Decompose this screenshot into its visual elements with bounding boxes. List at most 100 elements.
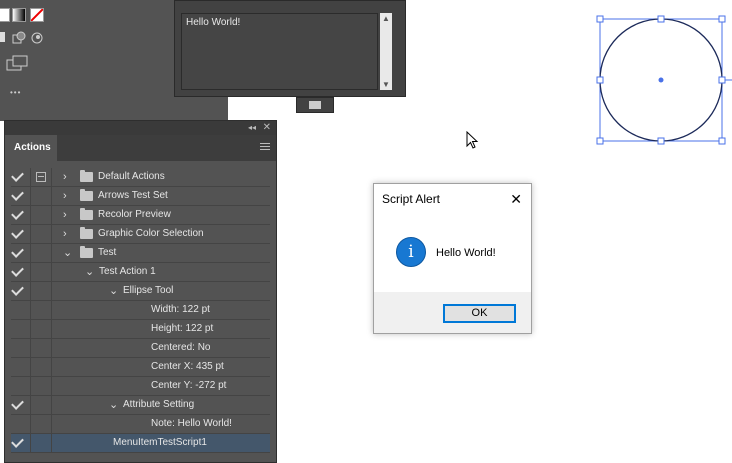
- draw-inside-icon[interactable]: [30, 31, 44, 45]
- dialog-toggle[interactable]: [31, 187, 52, 205]
- action-row[interactable]: Width: 122 pt: [11, 301, 270, 320]
- info-glyph: i: [408, 242, 414, 262]
- dialog-toggle[interactable]: [31, 358, 52, 376]
- action-checkbox[interactable]: [11, 263, 31, 281]
- chevron-down-icon[interactable]: ⌄: [109, 396, 118, 414]
- action-row[interactable]: ⌄ Ellipse Tool: [11, 282, 270, 301]
- checkmark-icon: [11, 264, 24, 277]
- action-label: Center Y: -272 pt: [151, 380, 227, 391]
- panel-menu-icon[interactable]: [260, 143, 270, 152]
- note-scrollbar[interactable]: ▲ ▼: [380, 13, 392, 90]
- action-checkbox[interactable]: [11, 377, 31, 395]
- action-label: Graphic Color Selection: [98, 228, 204, 239]
- action-row[interactable]: Centered: No: [11, 339, 270, 358]
- action-checkbox[interactable]: [11, 434, 31, 452]
- checkmark-icon: [11, 397, 24, 410]
- folder-icon: [80, 189, 93, 201]
- action-label: Arrows Test Set: [98, 190, 168, 201]
- action-row[interactable]: Center X: 435 pt: [11, 358, 270, 377]
- more-tools-icon[interactable]: •••: [10, 88, 21, 97]
- fill-swatch[interactable]: [0, 8, 10, 22]
- action-checkbox[interactable]: [11, 187, 31, 205]
- chevron-right-icon[interactable]: ›: [63, 168, 67, 186]
- action-label: Width: 122 pt: [151, 304, 210, 315]
- tab-actions[interactable]: Actions: [5, 135, 57, 161]
- action-checkbox[interactable]: [11, 358, 31, 376]
- note-textarea[interactable]: Hello World!: [181, 13, 378, 90]
- action-label: Note: Hello World!: [151, 418, 232, 429]
- script-alert-dialog: Script Alert ✕ i Hello World! OK: [373, 183, 532, 334]
- collapse-icon[interactable]: ◂◂: [248, 121, 256, 135]
- chevron-down-icon[interactable]: ⌄: [63, 244, 72, 262]
- actions-list: › Default Actions › Arrows Test Set › Recolor…: [11, 168, 270, 453]
- dialog-toggle[interactable]: [31, 244, 52, 262]
- dialog-toggle[interactable]: [31, 263, 52, 281]
- dialog-toggle[interactable]: [31, 377, 52, 395]
- action-label: Height: 122 pt: [151, 323, 214, 334]
- action-checkbox[interactable]: [11, 225, 31, 243]
- action-row[interactable]: MenuItemTestScript1: [11, 434, 270, 453]
- ok-button[interactable]: OK: [443, 304, 516, 323]
- checkmark-icon: [11, 188, 24, 201]
- action-checkbox[interactable]: [11, 282, 31, 300]
- actions-tabbar: Actions: [5, 135, 276, 161]
- none-swatch[interactable]: [30, 8, 44, 22]
- scroll-down-icon[interactable]: ▼: [382, 80, 390, 89]
- screen-mode-icon[interactable]: [6, 54, 30, 74]
- dialog-toggle[interactable]: [31, 320, 52, 338]
- chevron-down-icon[interactable]: ⌄: [109, 282, 118, 300]
- dialog-toggle[interactable]: [31, 168, 52, 186]
- folder-icon: [80, 208, 93, 220]
- dialog-toggle[interactable]: [31, 206, 52, 224]
- action-checkbox[interactable]: [11, 396, 31, 414]
- action-row[interactable]: › Arrows Test Set: [11, 187, 270, 206]
- tools-panel: •••: [0, 0, 57, 121]
- action-row[interactable]: › Default Actions: [11, 168, 270, 187]
- draw-behind-icon[interactable]: [12, 31, 26, 45]
- dialog-toggle[interactable]: [31, 434, 52, 452]
- action-row[interactable]: ⌄ Attribute Setting: [11, 396, 270, 415]
- dialog-message: Hello World!: [436, 247, 496, 259]
- note-panel: Hello World! ▲ ▼: [174, 0, 406, 97]
- chevron-right-icon[interactable]: ›: [63, 206, 67, 224]
- action-row[interactable]: › Recolor Preview: [11, 206, 270, 225]
- action-label: Center X: 435 pt: [151, 361, 224, 372]
- action-checkbox[interactable]: [11, 206, 31, 224]
- none-slash-icon: [30, 8, 44, 22]
- checkmark-icon: [11, 435, 24, 448]
- checkmark-icon: [11, 226, 24, 239]
- action-checkbox[interactable]: [11, 301, 31, 319]
- checkmark-icon: [11, 245, 24, 258]
- chevron-down-icon[interactable]: ⌄: [85, 263, 94, 281]
- chevron-right-icon[interactable]: ›: [63, 225, 67, 243]
- dialog-toggle[interactable]: [31, 415, 52, 433]
- action-row[interactable]: Note: Hello World!: [11, 415, 270, 434]
- close-icon[interactable]: ✕: [510, 192, 522, 206]
- action-checkbox[interactable]: [11, 168, 31, 186]
- panel-stub-button[interactable]: [296, 97, 334, 113]
- gradient-swatch[interactable]: [12, 8, 26, 22]
- dialog-title: Script Alert: [382, 192, 441, 206]
- action-checkbox[interactable]: [11, 415, 31, 433]
- ellipse-selection[interactable]: [594, 13, 732, 148]
- action-checkbox[interactable]: [11, 244, 31, 262]
- checkmark-icon: [11, 283, 24, 296]
- dialog-toggle[interactable]: [31, 301, 52, 319]
- chevron-right-icon[interactable]: ›: [63, 187, 67, 205]
- action-checkbox[interactable]: [11, 320, 31, 338]
- action-row[interactable]: › Graphic Color Selection: [11, 225, 270, 244]
- actions-panel: ◂◂ ✕ Actions › Default Actions › Arrows Tes…: [4, 120, 277, 463]
- action-row[interactable]: Center Y: -272 pt: [11, 377, 270, 396]
- dialog-toggle[interactable]: [31, 396, 52, 414]
- dialog-toggle[interactable]: [31, 282, 52, 300]
- action-checkbox[interactable]: [11, 339, 31, 357]
- actions-panel-topbar: ◂◂ ✕: [5, 121, 276, 135]
- action-row[interactable]: Height: 122 pt: [11, 320, 270, 339]
- dialog-toggle[interactable]: [31, 339, 52, 357]
- close-panel-icon[interactable]: ✕: [263, 121, 271, 135]
- dialog-toggle[interactable]: [31, 225, 52, 243]
- draw-normal-icon[interactable]: [0, 32, 5, 42]
- action-row[interactable]: ⌄ Test Action 1: [11, 263, 270, 282]
- action-row[interactable]: ⌄ Test: [11, 244, 270, 263]
- scroll-up-icon[interactable]: ▲: [382, 14, 390, 23]
